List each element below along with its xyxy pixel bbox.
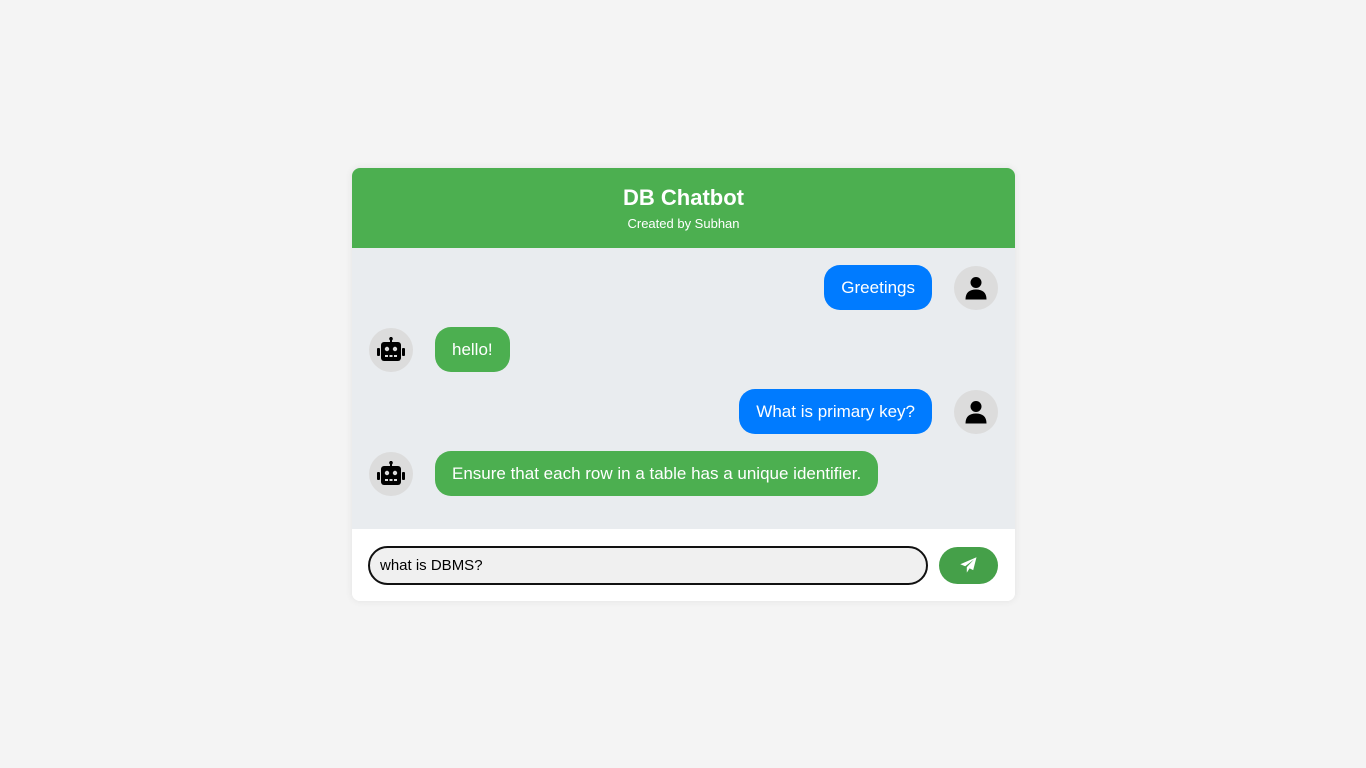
user-message-bubble: What is primary key? (739, 389, 932, 434)
chat-box[interactable]: Greetings hello! What is primary key? En… (352, 248, 1015, 529)
user-avatar (954, 265, 998, 310)
user-icon (965, 276, 987, 299)
user-avatar (954, 389, 998, 434)
user-message: What is primary key? (369, 389, 998, 434)
bot-message: Ensure that each row in a table has a un… (369, 451, 998, 496)
bot-avatar (369, 451, 413, 496)
user-message-bubble: Greetings (824, 265, 932, 310)
chat-container: DB Chatbot Created by Subhan Greetings h… (352, 168, 1015, 601)
chat-header: DB Chatbot Created by Subhan (352, 168, 1015, 248)
robot-icon (377, 336, 405, 361)
bot-message-bubble: hello! (435, 327, 510, 372)
message-input[interactable] (368, 545, 928, 585)
bot-message-bubble: Ensure that each row in a table has a un… (435, 451, 879, 496)
user-message: Greetings (369, 265, 998, 310)
paper-plane-icon (960, 557, 977, 573)
bot-message: hello! (369, 327, 998, 372)
input-area (352, 529, 1015, 601)
user-icon (965, 400, 987, 423)
page-title: DB Chatbot (623, 185, 744, 210)
robot-icon (377, 460, 405, 485)
send-button[interactable] (939, 546, 998, 584)
page-subtitle: Created by Subhan (627, 216, 740, 231)
bot-avatar (369, 327, 413, 372)
